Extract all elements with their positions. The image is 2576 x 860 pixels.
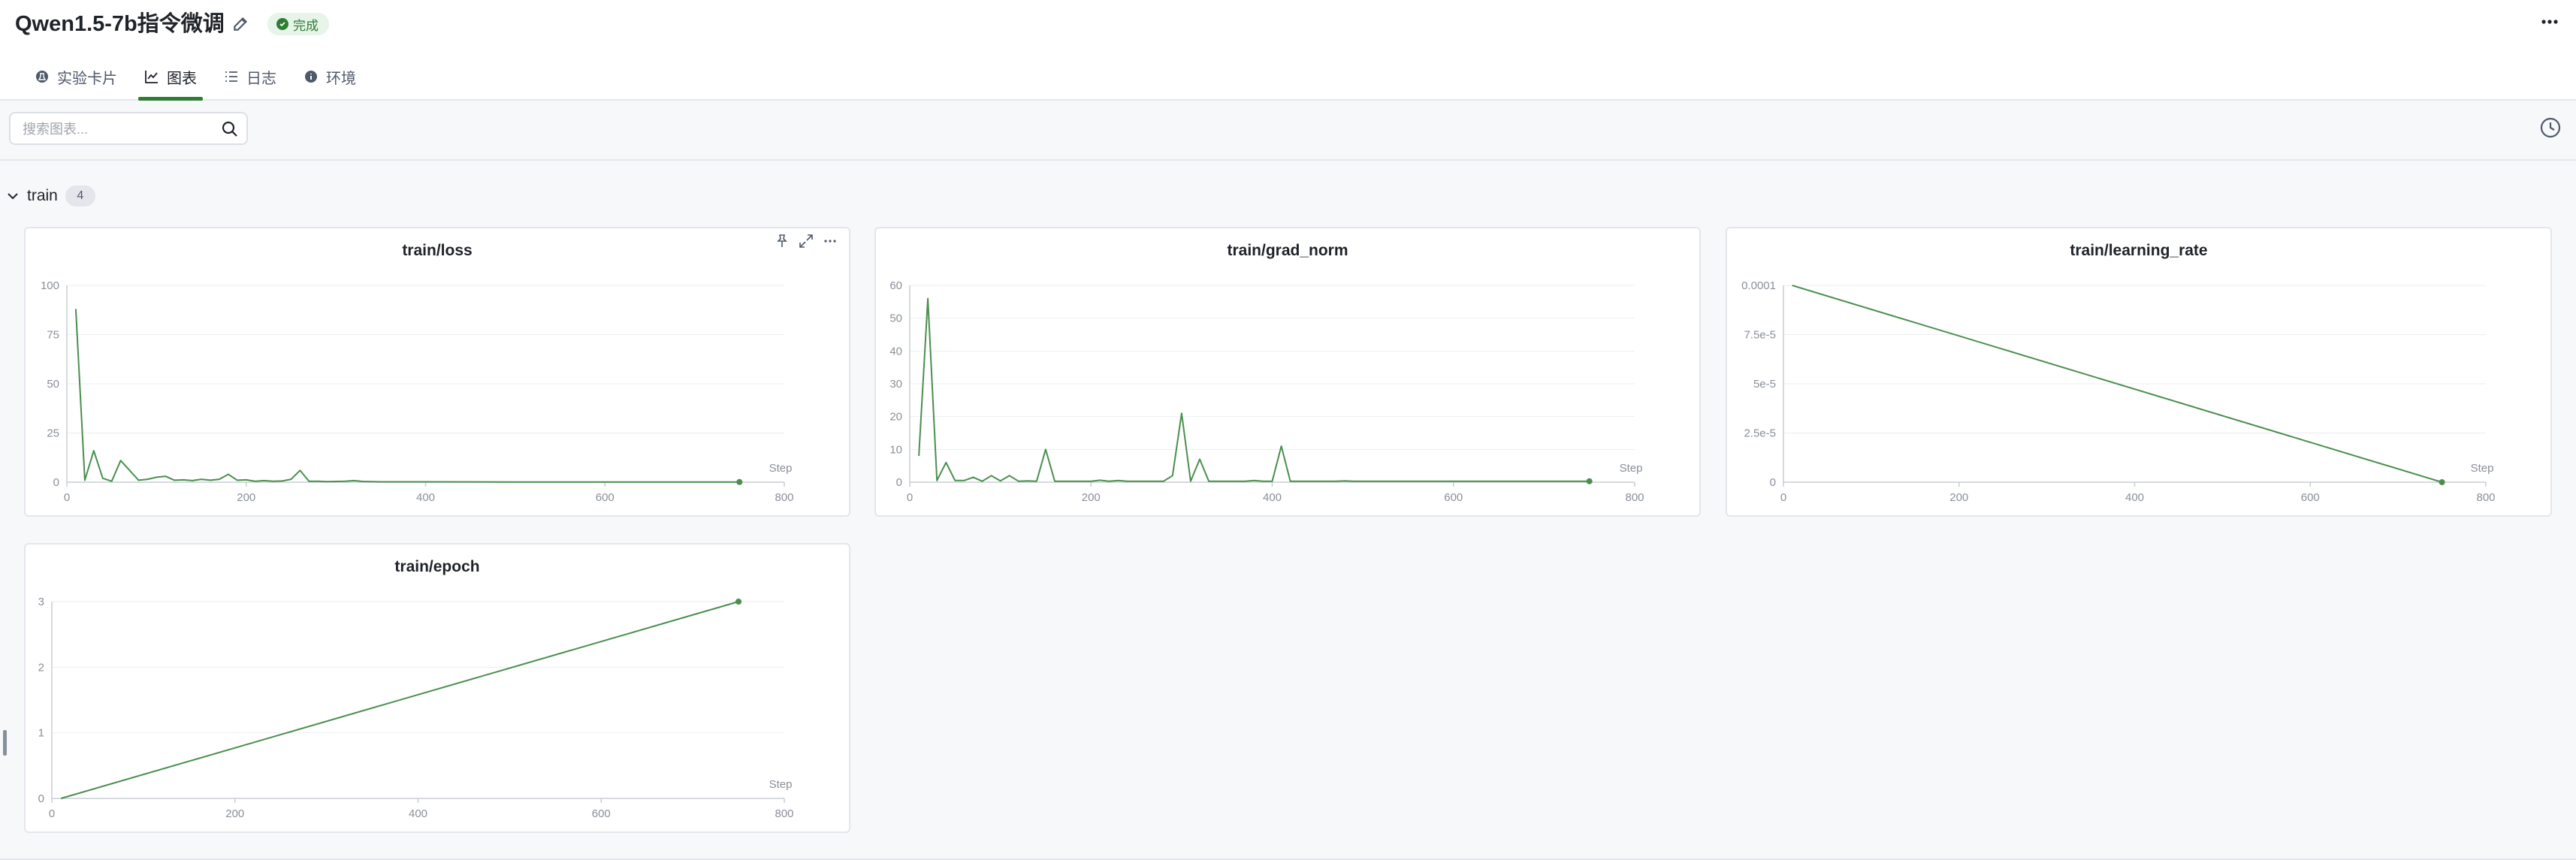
y-tick-label: 0: [53, 476, 59, 489]
y-tick-label: 30: [889, 378, 902, 391]
edit-icon[interactable]: [231, 14, 251, 33]
page-title: Qwen1.5-7b指令微调: [15, 12, 225, 36]
search-icon[interactable]: [221, 120, 239, 138]
x-tick-label: 400: [409, 807, 427, 820]
x-tick-label: 0: [64, 491, 70, 504]
last-point-marker: [736, 478, 743, 485]
status-badge: 完成: [267, 13, 329, 35]
group-header[interactable]: train 4: [6, 185, 95, 207]
x-tick-label: 800: [775, 807, 793, 820]
x-tick-label: 200: [1082, 491, 1101, 504]
chart-card-train-grad-norm: train/grad_norm 0 10 20 30 40 50 60 0 200 400 600 8…: [874, 227, 1701, 517]
y-tick-label: 20: [889, 411, 902, 424]
chart-card-train-epoch: train/epoch 0 1 2 3 0 200 400 600 800 Step: [24, 543, 850, 833]
last-point-marker: [2439, 479, 2445, 485]
y-tick-label: 50: [889, 312, 902, 325]
x-tick-label: 200: [1949, 491, 1968, 504]
resize-handle[interactable]: [3, 730, 7, 756]
y-tick-label: 0: [1770, 476, 1776, 489]
y-tick-label: 60: [889, 279, 902, 292]
y-tick-label: 7.5e-5: [1744, 329, 1776, 342]
y-tick-label: 0: [896, 476, 902, 489]
y-tick-label: 2.5e-5: [1744, 427, 1776, 440]
x-tick-label: 0: [907, 491, 913, 504]
chevron-down-icon: [8, 193, 18, 200]
tab-charts[interactable]: 图表: [131, 54, 210, 101]
x-tick-label: 200: [237, 491, 255, 504]
chart-card-train-learning-rate: train/learning_rate 0 2.5e-5 5e-5 7.5e-5 0.0…: [1726, 227, 2552, 517]
x-tick-label: 600: [592, 807, 611, 820]
x-tick-label: 0: [49, 807, 55, 820]
x-tick-label: 800: [775, 491, 793, 504]
last-point-marker: [1586, 478, 1593, 484]
group-count-badge: 4: [65, 186, 95, 207]
x-tick-label: 600: [2301, 491, 2320, 504]
y-tick-label: 40: [889, 345, 902, 358]
y-tick-label: 1: [38, 727, 44, 740]
tab-label: 环境: [326, 70, 356, 87]
tab-environment[interactable]: 环境: [290, 54, 370, 99]
chart-plot: 0 25 50 75 100 0 200 400 600 800 Step: [41, 279, 794, 504]
series-line: [60, 601, 739, 799]
tab-label: 图表: [167, 70, 197, 87]
series-line: [918, 297, 1590, 482]
group-name: train: [27, 187, 58, 204]
chart-card-train-loss: train/loss 0 25 50 75 100 0 200 400 600 800 Step: [24, 227, 850, 517]
search-box: [9, 112, 248, 145]
chart-plot: 0 2.5e-5 5e-5 7.5e-5 0.0001 0 200 400 600 800 Step: [1741, 279, 2495, 504]
y-tick-label: 10: [889, 443, 902, 456]
x-axis-label: Step: [769, 462, 793, 475]
x-tick-label: 800: [2476, 491, 2495, 504]
info-icon: [305, 71, 317, 83]
y-tick-label: 0.0001: [1741, 279, 1776, 292]
y-tick-label: 100: [41, 279, 59, 292]
experiment-icon: [36, 71, 48, 83]
x-tick-label: 0: [1780, 491, 1786, 504]
tab-label: 日志: [246, 70, 276, 87]
y-tick-label: 2: [38, 661, 44, 674]
header: Qwen1.5-7b指令微调 完成 实验卡片 图表 日志 环境: [0, 0, 2576, 101]
x-tick-label: 600: [1444, 491, 1463, 504]
chart-plot: 01020304050600 200 400 600 800Step: [889, 279, 1644, 504]
x-tick-label: 800: [1625, 491, 1644, 504]
search-input[interactable]: [21, 113, 219, 145]
x-tick-label: 400: [1263, 491, 1282, 504]
tab-label: 实验卡片: [57, 70, 117, 87]
y-tick-label: 0: [38, 792, 44, 805]
x-tick-label: 400: [416, 491, 435, 504]
x-axis-label: Step: [1620, 462, 1643, 475]
chart-plot: 0 1 2 3 0 200 400 600 800 Step: [38, 596, 794, 820]
tab-bar: 实验卡片 图表 日志 环境: [21, 54, 370, 101]
chart-icon: [145, 71, 158, 83]
chart-toolbar: [0, 101, 2576, 161]
y-tick-label: 25: [47, 427, 59, 440]
last-point-marker: [735, 599, 742, 605]
tab-experiment-card[interactable]: 实验卡片: [21, 54, 131, 99]
list-icon: [225, 71, 237, 82]
history-icon[interactable]: [2538, 116, 2562, 140]
x-tick-label: 400: [2125, 491, 2144, 504]
y-tick-label: 5e-5: [1753, 378, 1776, 391]
check-circle-icon: [276, 18, 288, 30]
y-tick-label: 50: [47, 378, 59, 391]
tab-logs[interactable]: 日志: [210, 54, 290, 99]
y-tick-label: 3: [38, 596, 44, 608]
x-axis-label: Step: [769, 778, 793, 791]
status-label: 完成: [293, 18, 319, 33]
y-tick-label: 75: [47, 329, 59, 342]
x-tick-label: 600: [596, 491, 615, 504]
x-axis-label: Step: [2471, 462, 2494, 475]
more-icon[interactable]: [2538, 11, 2561, 33]
x-tick-label: 200: [225, 807, 244, 820]
